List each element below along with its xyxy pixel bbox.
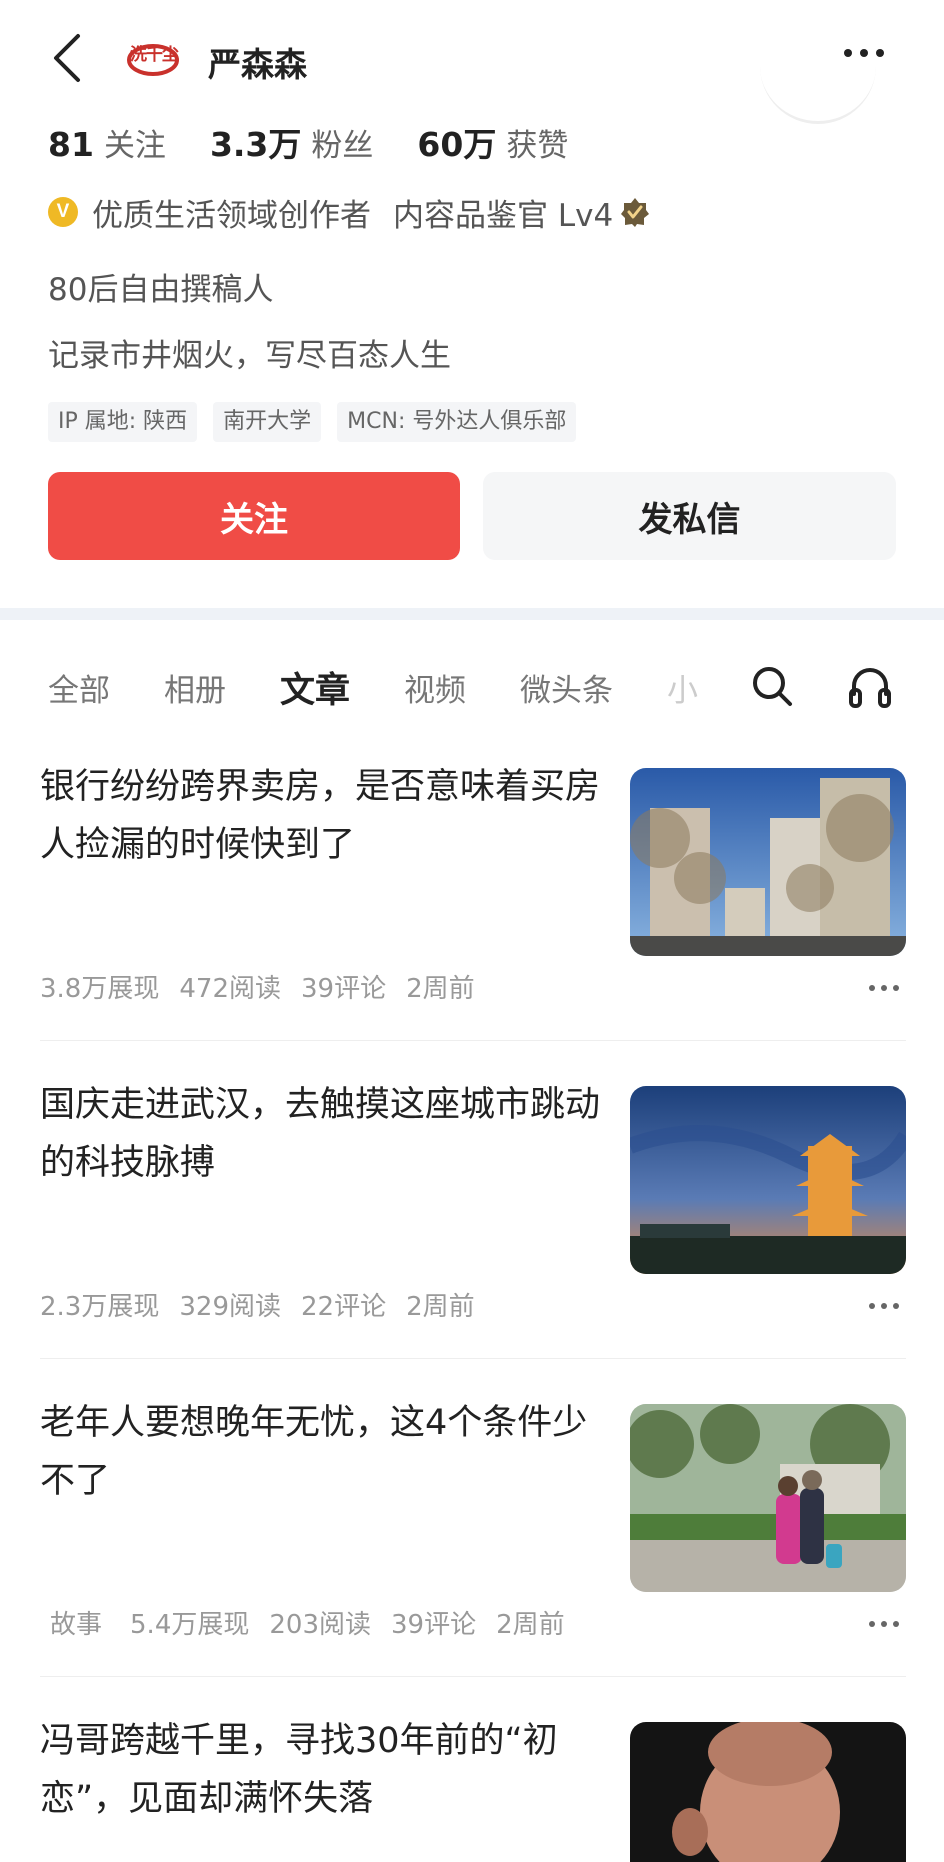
profile-tags: IP 属地: 陕西 南开大学 MCN: 号外达人俱乐部 [48,402,592,442]
creator-level: 内容品鉴官 Lv4 [393,197,614,234]
creator-certification: V 优质生活领域创作者 内容品鉴官 Lv4 [48,192,651,234]
stat-following[interactable]: 81 关注 [48,120,166,165]
send-message-button[interactable]: 发私信 [483,472,896,560]
tab-micro-posts[interactable]: 微头条 [520,665,613,710]
stat-label: 关注 [103,128,166,164]
creator-title: 优质生活领域创作者 [92,197,371,234]
top-bar: 洗千尘 严森森 [0,0,944,124]
more-options-icon[interactable] [866,1612,906,1632]
divider [40,1040,906,1041]
article-meta: 故事 5.4万展现 203阅读 39评论 2周前 [50,1604,585,1641]
tag-school: 南开大学 [213,402,322,442]
stat-label: 获赞 [506,128,569,164]
tab-videos[interactable]: 视频 [404,665,466,710]
article-meta: 2.3万展现 329阅读 22评论 2周前 [40,1286,495,1323]
meta-impressions: 3.8万展现 [40,974,160,1004]
meta-reads: 203阅读 [269,1610,372,1640]
bio-line: 记录市井烟火，写尽百态人生 [48,338,451,374]
tag-mcn[interactable]: MCN: 号外达人俱乐部 [337,402,577,442]
tab-album[interactable]: 相册 [164,665,226,710]
article-thumbnail-portrait[interactable] [630,1722,906,1862]
article-thumbnail-tower[interactable] [630,1086,906,1274]
meta-time: 2周前 [406,1292,475,1322]
content-tabs: 全部 相册 文章 视频 微头条 小 [48,662,752,712]
meta-reads: 472阅读 [179,974,281,1004]
stat-likes[interactable]: 60万 获赞 [417,118,568,166]
meta-comments: 39评论 [391,1610,477,1640]
more-options-icon[interactable] [866,1294,906,1314]
back-arrow-icon[interactable] [48,30,88,86]
meta-category: 故事 [50,1610,103,1640]
divider [40,1358,906,1359]
level-badge-icon [621,198,650,227]
divider [40,1676,906,1677]
follow-button[interactable]: 关注 [48,472,460,560]
tab-more-partial[interactable]: 小 [667,665,698,710]
stat-number: 81 [48,125,94,164]
bio-line: 80后自由撰稿人 [48,272,274,308]
stat-number: 60万 [417,125,497,164]
meta-time: 2周前 [406,974,475,1004]
more-options-icon[interactable] [866,976,906,996]
article-title[interactable]: 国庆走进武汉，去触摸这座城市跳动的科技脉搏 [40,1076,600,1192]
tab-all[interactable]: 全部 [48,665,110,710]
tab-articles[interactable]: 文章 [280,662,350,713]
stat-number: 3.3万 [209,125,302,164]
article-title[interactable]: 冯哥跨越千里，寻找30年前的“初恋”，见面却满怀失落 [40,1712,600,1828]
stat-label: 粉丝 [311,128,374,164]
verified-v-icon: V [48,197,78,227]
meta-reads: 329阅读 [179,1292,281,1322]
headphones-icon[interactable] [848,664,892,710]
profile-stats: 81 关注 3.3万 粉丝 60万 获赞 [48,118,612,164]
meta-impressions: 2.3万展现 [40,1292,160,1322]
avatar[interactable] [760,60,876,124]
username: 严森森 [208,45,307,84]
article-thumbnail-buildings[interactable] [630,768,906,956]
meta-time: 2周前 [496,1610,565,1640]
logo-text: 洗千尘 [130,45,179,65]
tag-ip-location: IP 属地: 陕西 [48,402,198,442]
meta-impressions: 5.4万展现 [130,1610,250,1640]
article-thumbnail-elderly-couple[interactable] [630,1404,906,1592]
section-divider [0,608,944,620]
article-title[interactable]: 老年人要想晚年无忧，这4个条件少不了 [40,1394,600,1510]
search-icon[interactable] [750,664,794,708]
stat-followers[interactable]: 3.3万 粉丝 [210,118,373,166]
meta-comments: 22评论 [301,1292,387,1322]
article-meta: 3.8万展现 472阅读 39评论 2周前 [40,968,495,1005]
brand-logo: 洗千尘 [126,32,182,82]
article-title[interactable]: 银行纷纷跨界卖房，是否意味着买房人捡漏的时候快到了 [40,758,600,874]
meta-comments: 39评论 [301,974,387,1004]
